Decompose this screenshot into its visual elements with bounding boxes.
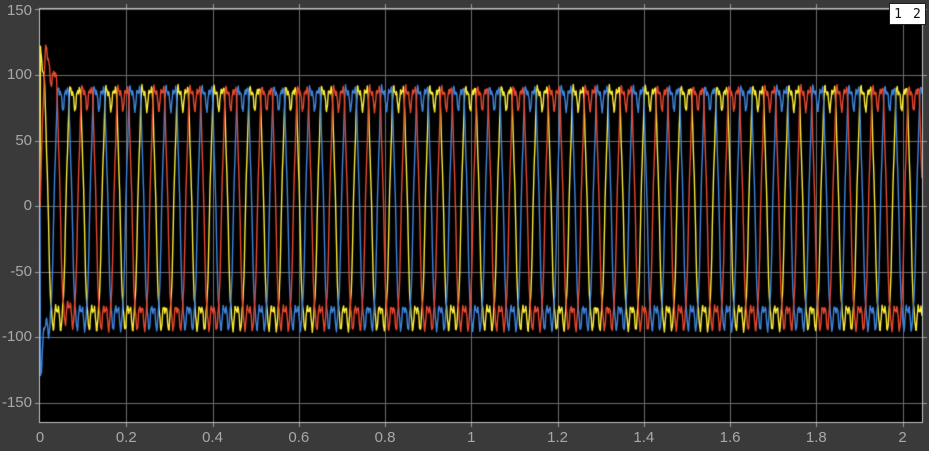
x-tick-label: 0.8 (374, 429, 396, 446)
y-tick-label: -150 (1, 394, 32, 412)
y-tick-label: 150 (6, 2, 32, 19)
y-tick-label: 0 (23, 197, 32, 215)
x-tick-label: 1.8 (805, 429, 827, 446)
y-tick-label: 50 (15, 131, 32, 149)
legend: 1 2 (889, 3, 926, 25)
x-tick-label: 0.2 (115, 429, 137, 446)
x-tick-label: 0 (35, 429, 45, 446)
legend-item-2[interactable]: 2 (913, 7, 921, 22)
scope-window: 150 100 50 0 -50 -100 -150 0 0.2 0.4 0.6 0.8 1 1.2 1.… (0, 0, 929, 451)
y-tick-label: -50 (10, 262, 32, 280)
x-tick-label: 2 (898, 429, 907, 446)
x-tick-label: 1 (467, 429, 476, 446)
y-tick-label: 100 (6, 66, 32, 83)
legend-item-1[interactable]: 1 (894, 7, 902, 22)
y-tick-label: -100 (1, 328, 32, 346)
x-tick-label: 0.4 (202, 429, 223, 446)
x-tick-label: 1.2 (547, 429, 568, 446)
x-tick-label: 1.6 (719, 429, 741, 446)
x-tick-label: 0.6 (288, 429, 310, 446)
scope-plot-canvas (0, 0, 929, 451)
x-tick-label: 1.4 (633, 429, 655, 446)
